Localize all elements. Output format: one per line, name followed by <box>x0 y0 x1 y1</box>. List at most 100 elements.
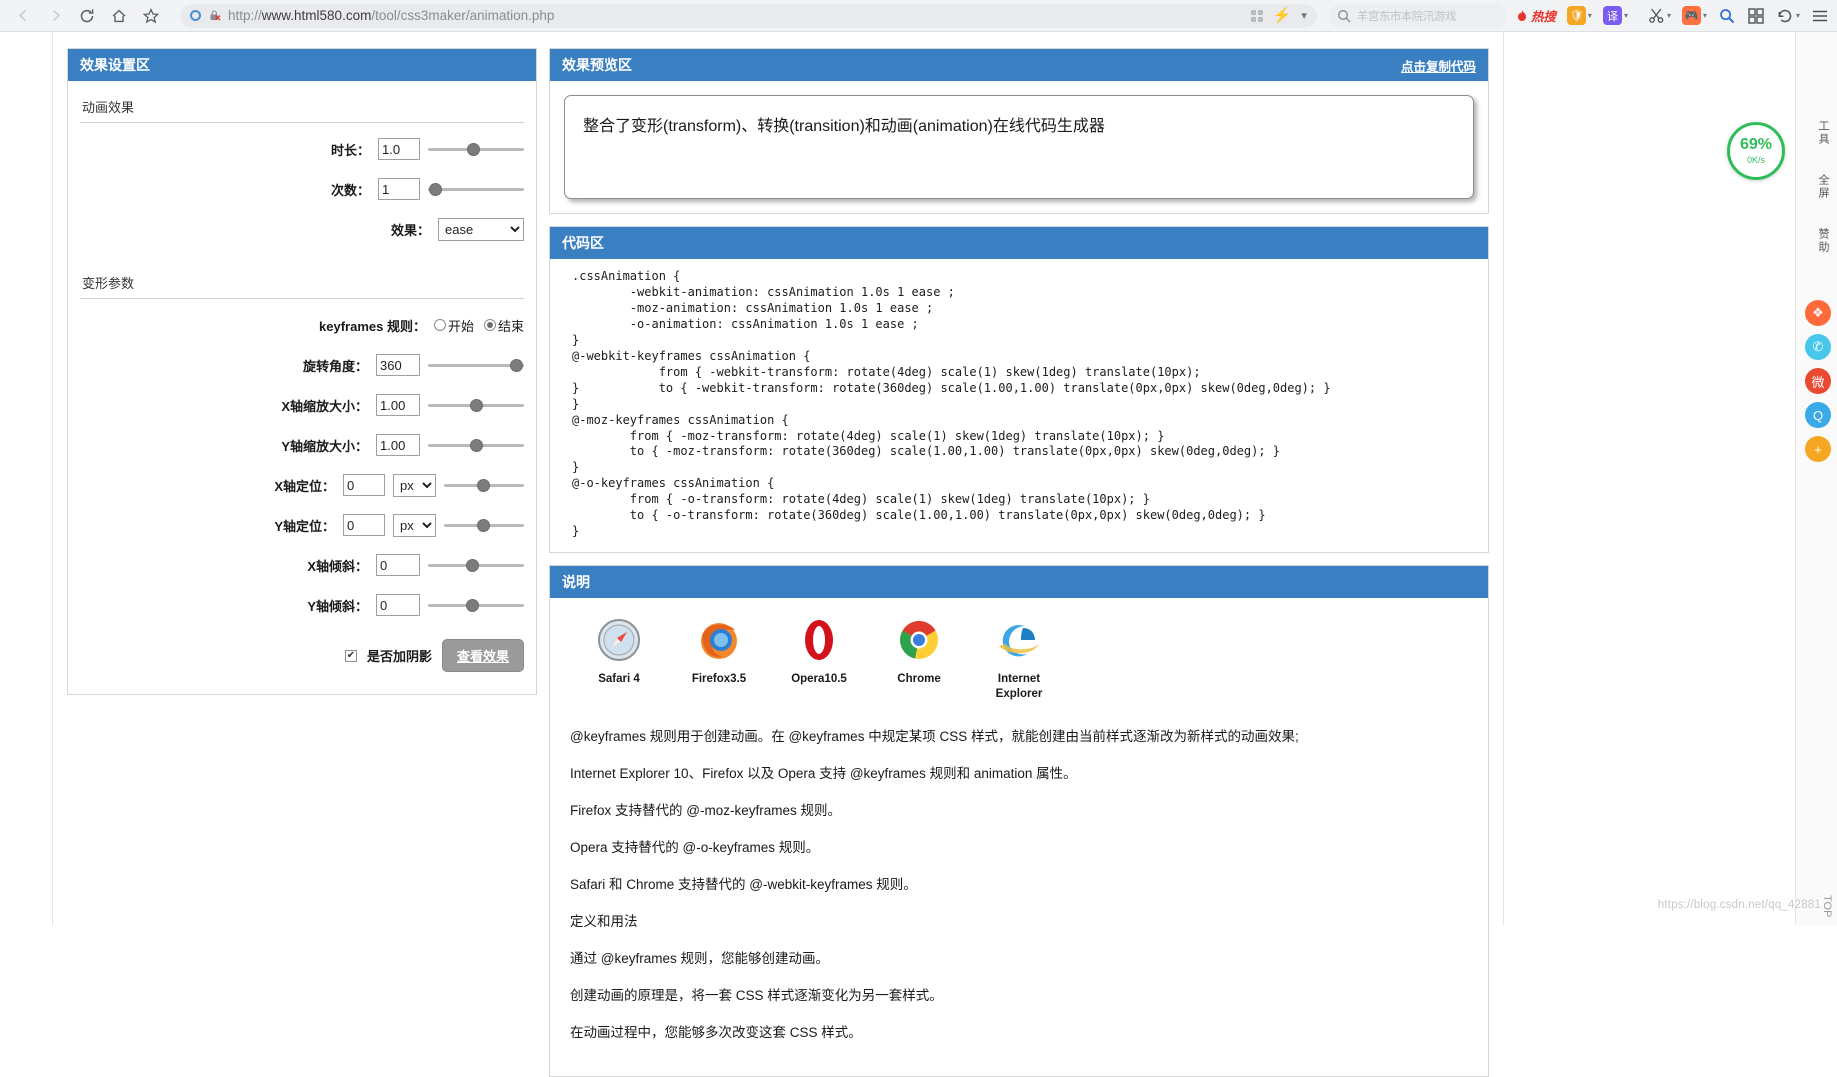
rail-label-sponsor[interactable]: 赞助 <box>1815 228 1831 254</box>
hot-search-badge[interactable]: 热搜 <box>1515 6 1556 25</box>
search-input[interactable]: 羊宫东市本院汛游戏 <box>1328 3 1507 28</box>
forward-arrow-icon[interactable] <box>40 3 70 29</box>
hamburger-menu-icon[interactable] <box>1811 7 1829 25</box>
chevron-down-icon[interactable]: ▾ <box>1301 9 1307 22</box>
internet-explorer-icon <box>999 625 1039 657</box>
browser-item: Internet Explorer <box>982 616 1056 701</box>
keyframes-end-radio[interactable] <box>483 319 496 331</box>
description-paragraph: @keyframes 规则用于创建动画。在 @keyframes 中规定某项 C… <box>570 728 1299 744</box>
back-to-top-button[interactable]: TOP <box>1821 895 1833 917</box>
slider-knob[interactable] <box>470 399 483 412</box>
settings-panel-title: 效果设置区 <box>80 57 150 73</box>
slider-knob[interactable] <box>429 183 442 196</box>
translate-y-unit-select[interactable]: px <box>393 513 436 537</box>
translate-x-slider[interactable] <box>444 475 524 495</box>
copy-code-link[interactable]: 点击复制代码 <box>1401 56 1476 75</box>
apps-grid-icon[interactable] <box>1250 9 1263 22</box>
lightning-icon[interactable]: ⚡ <box>1273 8 1292 23</box>
history-back-button[interactable]: ▾ <box>1776 7 1800 25</box>
page-info-icon[interactable] <box>190 10 201 21</box>
easing-select[interactable]: ease <box>438 217 524 241</box>
preview-panel: 效果预览区 点击复制代码 整合了变形(transform)、转换(transit… <box>549 48 1489 214</box>
duration-input[interactable] <box>378 138 420 160</box>
back-arrow-icon[interactable] <box>8 3 38 29</box>
extension-screenshot[interactable]: ▾ <box>1639 7 1671 24</box>
description-paragraph: Internet Explorer 10、Firefox 以及 Opera 支持… <box>570 765 1077 781</box>
slider-knob[interactable] <box>466 559 479 572</box>
browser-name: Firefox3.5 <box>691 673 747 686</box>
rotate-input[interactable] <box>376 354 420 376</box>
shield-extension-icon[interactable]: 🛡 <box>1566 6 1586 25</box>
chevron-down-icon[interactable]: ▾ <box>1588 11 1592 20</box>
rail-label-fullscreen[interactable]: 全屏 <box>1815 174 1831 200</box>
rotate-label: 旋转角度： <box>302 358 368 374</box>
generated-code[interactable]: .cssAnimation { -webkit-animation: cssAn… <box>550 259 1488 552</box>
rotate-slider[interactable] <box>428 355 524 375</box>
scale-x-input[interactable] <box>376 394 420 416</box>
share-icon[interactable]: ❖ <box>1805 300 1831 326</box>
star-icon[interactable] <box>136 3 166 29</box>
more-icon[interactable]: + <box>1805 436 1831 462</box>
chevron-down-icon[interactable]: ▾ <box>1667 11 1671 20</box>
shadow-checkbox-label: 是否加阴影 <box>366 649 432 664</box>
address-bar[interactable]: http://www.html580.com/tool/css3maker/an… <box>180 3 1317 28</box>
iteration-slider[interactable] <box>428 179 524 199</box>
translate-x-unit-select[interactable]: px <box>393 473 436 497</box>
slider-knob[interactable] <box>477 479 490 492</box>
slider-knob[interactable] <box>466 599 479 612</box>
qzone-icon[interactable]: Q <box>1805 402 1831 428</box>
extension-shield[interactable]: 🛡 ▾ <box>1566 6 1592 25</box>
code-panel-header: 代码区 <box>550 227 1488 259</box>
scale-x-slider[interactable] <box>428 395 524 415</box>
insecure-lock-icon[interactable] <box>208 9 221 22</box>
description-text: @keyframes 规则用于创建动画。在 @keyframes 中规定某项 C… <box>568 711 1470 1066</box>
speed-percent: 69% <box>1739 136 1773 153</box>
skew-x-slider[interactable] <box>428 555 524 575</box>
download-speed-badge[interactable]: 69% 0K/s <box>1727 122 1785 180</box>
skew-x-input[interactable] <box>376 554 420 576</box>
slider-knob[interactable] <box>470 439 483 452</box>
scale-y-input[interactable] <box>376 434 420 456</box>
rail-label-tool[interactable]: 工具 <box>1815 120 1831 146</box>
translate-y-slider[interactable] <box>444 515 524 535</box>
description-paragraph: Safari 和 Chrome 支持替代的 @-webkit-keyframes… <box>570 876 917 892</box>
weibo-icon[interactable]: 微 <box>1805 368 1831 394</box>
chevron-down-icon[interactable]: ▾ <box>1624 11 1628 20</box>
history-back-icon[interactable] <box>1776 7 1794 25</box>
scale-y-row: Y轴缩放大小： <box>80 425 524 465</box>
slider-knob[interactable] <box>477 519 490 532</box>
scale-y-slider[interactable] <box>428 435 524 455</box>
easing-label: 效果： <box>390 222 430 238</box>
game-extension-icon[interactable]: 🎮 <box>1681 6 1701 25</box>
magnifier-icon[interactable] <box>1718 7 1736 25</box>
extension-translate[interactable]: 译 ▾ <box>1602 6 1628 25</box>
reload-icon[interactable] <box>72 3 102 29</box>
home-icon[interactable] <box>104 3 134 29</box>
slider-knob[interactable] <box>510 359 523 372</box>
skew-y-slider[interactable] <box>428 595 524 615</box>
translate-y-input[interactable] <box>343 514 385 536</box>
keyframes-start-radio[interactable] <box>433 319 446 331</box>
wechat-icon[interactable]: ✆ <box>1805 334 1831 360</box>
apps-grid-icon[interactable] <box>1747 7 1765 25</box>
scissors-icon[interactable] <box>1648 7 1665 24</box>
keyframes-end-label: 结束 <box>497 318 524 334</box>
chevron-down-icon[interactable]: ▾ <box>1796 11 1800 20</box>
extension-game[interactable]: 🎮 ▾ <box>1681 6 1707 25</box>
skew-y-input[interactable] <box>376 594 420 616</box>
shadow-checkbox[interactable]: ✔ <box>344 649 357 662</box>
browser-name: Opera10.5 <box>791 673 847 686</box>
view-effect-button[interactable]: 查看效果 <box>441 639 524 672</box>
page-viewport: 效果设置区 动画效果 时长： 次数 <box>0 32 1837 1077</box>
settings-column: 效果设置区 动画效果 时长： 次数 <box>67 48 537 1077</box>
duration-slider[interactable] <box>428 139 524 159</box>
slider-knob[interactable] <box>467 143 480 156</box>
iteration-input[interactable] <box>378 178 420 200</box>
duration-row: 时长： <box>80 129 524 169</box>
keyframes-rule-row: keyframes 规则： 开始 结束 <box>80 305 524 345</box>
chevron-down-icon[interactable]: ▾ <box>1703 11 1707 20</box>
skew-y-label: Y轴倾斜： <box>307 598 368 614</box>
translate-extension-icon[interactable]: 译 <box>1602 6 1622 25</box>
iteration-row: 次数： <box>80 169 524 209</box>
translate-x-input[interactable] <box>343 474 385 496</box>
